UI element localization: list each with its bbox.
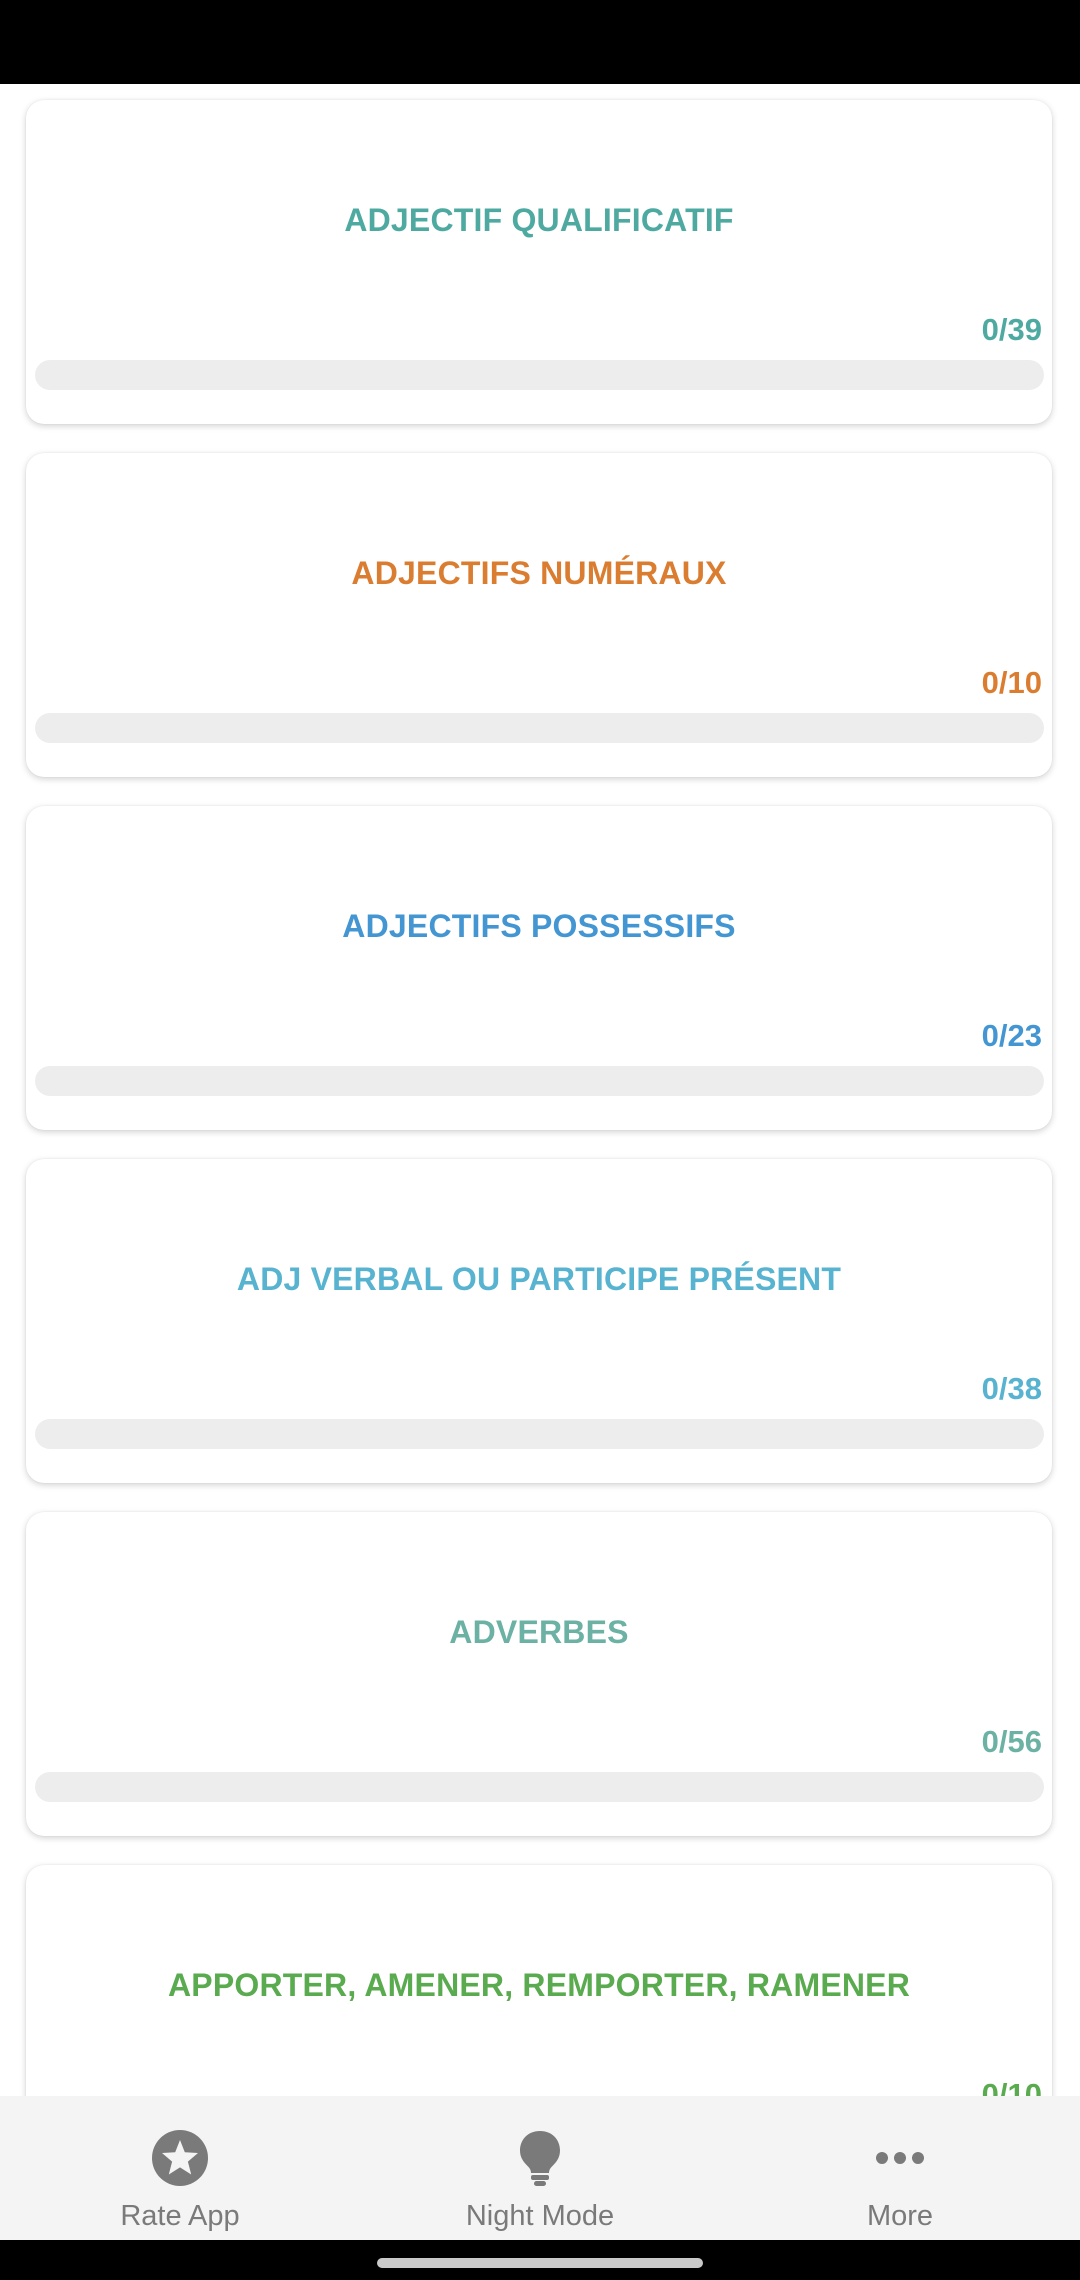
topic-title: ADJ VERBAL OU PARTICIPE PRÉSENT (236, 1261, 842, 1297)
topic-card[interactable]: ADVERBES 0/56 (26, 1512, 1052, 1836)
topic-progress-bar (35, 360, 1044, 390)
topic-progress-bar (35, 1066, 1044, 1096)
more-label: More (866, 2200, 934, 2232)
topic-progress-bar (35, 1772, 1044, 1802)
topic-title: ADJECTIF QUALIFICATIF (344, 202, 734, 238)
status-bar (0, 0, 1080, 84)
topic-title: APPORTER, AMENER, REMPORTER, RAMENER (167, 1967, 911, 2003)
more-button[interactable]: More (720, 2096, 1080, 2240)
rate-app-button[interactable]: Rate App (0, 2096, 360, 2240)
topic-progress-bar (35, 1419, 1044, 1449)
topic-count: 0/10 (981, 2077, 1042, 2096)
topic-count: 0/39 (981, 312, 1042, 347)
lightbulb-icon (510, 2128, 570, 2188)
night-mode-button[interactable]: Night Mode (360, 2096, 720, 2240)
bottom-navigation: Rate App Night Mode More (0, 2096, 1080, 2240)
home-gesture-handle[interactable] (377, 2258, 703, 2268)
topic-card[interactable]: ADJECTIFS NUMÉRAUX 0/10 (26, 453, 1052, 777)
topic-card-list[interactable]: ADJECTIF QUALIFICATIF 0/39 ADJECTIFS NUM… (0, 84, 1080, 2096)
topic-card[interactable]: ADJECTIFS POSSESSIFS 0/23 (26, 806, 1052, 1130)
topic-title: ADJECTIFS POSSESSIFS (342, 908, 736, 944)
star-icon (150, 2128, 210, 2188)
topic-card[interactable]: ADJ VERBAL OU PARTICIPE PRÉSENT 0/38 (26, 1159, 1052, 1483)
topic-count: 0/56 (981, 1724, 1042, 1759)
topic-count: 0/38 (981, 1371, 1042, 1406)
more-dots-icon (870, 2128, 930, 2188)
topic-count: 0/10 (981, 665, 1042, 700)
topic-title: ADVERBES (449, 1614, 629, 1650)
rate-app-label: Rate App (120, 2200, 240, 2232)
topic-card[interactable]: ADJECTIF QUALIFICATIF 0/39 (26, 100, 1052, 424)
night-mode-label: Night Mode (465, 2200, 615, 2232)
topic-count: 0/23 (981, 1018, 1042, 1053)
topic-card[interactable]: APPORTER, AMENER, REMPORTER, RAMENER 0/1… (26, 1865, 1052, 2096)
topic-title: ADJECTIFS NUMÉRAUX (351, 555, 727, 591)
topic-progress-bar (35, 713, 1044, 743)
gesture-navigation-bar (0, 2240, 1080, 2280)
